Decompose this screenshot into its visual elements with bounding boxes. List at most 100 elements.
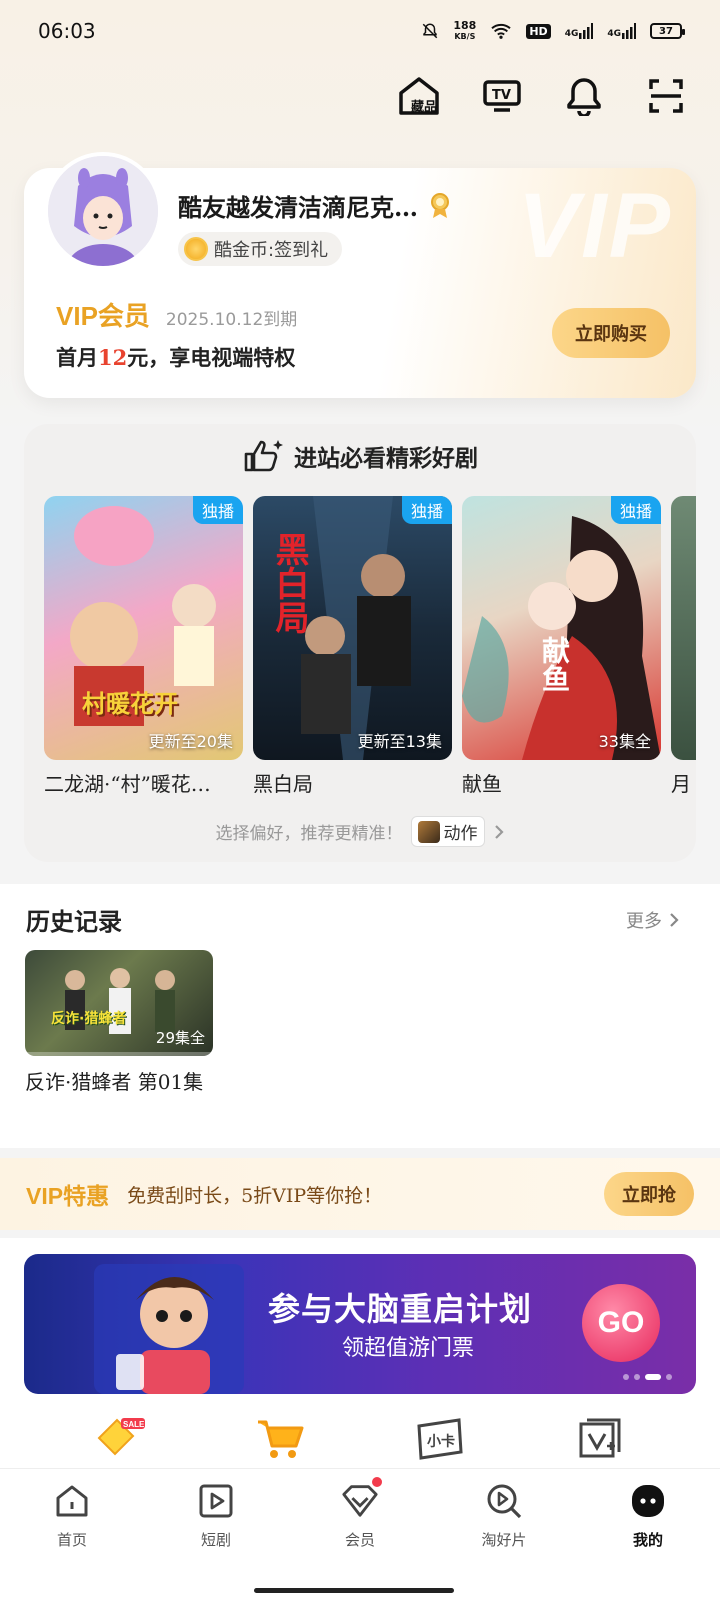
avatar[interactable] [44,152,162,270]
nav-home[interactable]: 首页 [0,1469,144,1600]
pagination-dot [666,1374,672,1380]
chevron-right-icon[interactable] [493,823,505,841]
preference-chip-image [417,820,440,843]
svg-text:TV: TV [492,88,511,103]
poster-title[interactable]: 月 [671,768,696,797]
sale-icon[interactable]: SALE [90,1413,150,1463]
play-icon [196,1481,236,1521]
recommend-title: 进站必看精彩好剧 [24,438,696,474]
history-item[interactable]: 反诈·猎蜂者 29集全 反诈·猎蜂者 第01集 [25,950,213,1096]
thumbs-up-icon [244,440,283,472]
username-row[interactable]: 酷友越发清洁滴尼克… [178,188,452,223]
poster-card-partial[interactable]: 月 [671,496,696,797]
my-icon [628,1481,668,1521]
banner-section: 参与大脑重启计划 领超值游门票 GO [0,1238,720,1408]
battery-icon: 37 [650,23,685,39]
medal-icon [431,192,449,218]
net-speed-value: 188 [453,19,477,32]
preference-row[interactable]: 选择偏好，推荐更精准！ 动作 [24,816,696,847]
poster-image[interactable] [671,496,696,760]
history-item-title[interactable]: 反诈·猎蜂者 第01集 [25,1068,213,1096]
coin-label: 酷金币:签到礼 [214,240,329,261]
banner-go-button[interactable]: GO [582,1284,660,1362]
home-indicator [254,1588,454,1593]
nav-my[interactable]: 我的 [576,1469,720,1600]
poster-title[interactable]: 黑白局 [253,768,452,797]
shopping-cart-icon[interactable] [250,1413,310,1463]
history-thumbnail[interactable]: 反诈·猎蜂者 29集全 [25,950,213,1056]
svg-text:SALE: SALE [123,1420,145,1429]
poster-list: 村暖花开 独播 更新至20集 二龙湖·“村”暖花… 黑白局 独播 更新至13集 … [44,496,696,797]
history-header: 历史记录 更多 [26,902,680,937]
tv-icon[interactable]: TV [476,72,528,120]
preference-chip-label: 动作 [443,824,478,844]
signal-bars-icon [579,23,594,39]
history-thumb-title: 反诈·猎蜂者 [51,1011,127,1027]
poster-art-title: 村暖花开 [82,690,178,718]
vip-label: VIP会员 [56,301,150,331]
bell-icon[interactable] [558,72,610,120]
poster-art [462,516,661,760]
poster-art [70,506,216,726]
svg-text:小卡: 小卡 [427,1433,455,1450]
poster-card[interactable]: 黑白局 独播 更新至13集 黑白局 [253,496,452,797]
nav-label: 会员 [344,1531,375,1549]
pagination-dot [623,1374,629,1380]
poster-card[interactable]: 献鱼 独播 33集全 献鱼 [462,496,661,797]
history-more-label: 更多 [626,910,662,932]
scan-icon[interactable] [640,72,692,120]
status-icons: 188 KB/S HD 4G 4G 37 [421,19,685,42]
poster-image[interactable]: 献鱼 独播 33集全 [462,496,661,760]
vip-video-icon[interactable] [570,1413,630,1463]
net-speed-unit: KB/S [454,32,476,41]
exclusive-badge: 独播 [401,496,452,524]
vip-row: VIP会员 2025.10.12到期 [56,296,297,333]
mute-bell-icon [423,23,438,39]
history-title: 历史记录 [26,907,122,936]
history-more-link[interactable]: 更多 [626,907,680,933]
episode-count: 29集全 [155,1029,205,1047]
collection-icon[interactable]: 藏品 [394,72,446,120]
banner-title: 参与大脑重启计划 [268,1290,533,1328]
vip-promo-bar[interactable]: VIP特惠 免费刮时长，5折VIP等你抢！ 立即抢 [0,1158,720,1230]
recommend-section: 进站必看精彩好剧 村暖花开 独播 更新至20集 二龙湖·“村”暖花… 黑白局 独… [24,424,696,862]
card-icon[interactable]: 小卡 [410,1413,470,1463]
status-bar: 06:03 188 KB/S HD 4G 4G 37 [0,0,720,62]
nav-label: 我的 [632,1531,663,1549]
wifi-icon [491,23,512,39]
banner-subtitle: 领超值游门票 [342,1336,475,1361]
coin-pill[interactable]: 酷金币:签到礼 [178,232,343,266]
episode-count: 更新至13集 [357,732,442,751]
recommend-title-text: 进站必看精彩好剧 [294,445,478,472]
top-actions: 藏品 TV [394,72,692,120]
poster-title[interactable]: 献鱼 [462,768,661,797]
vip-desc-price: 12 [98,345,128,370]
promo-banner[interactable]: 参与大脑重启计划 领超值游门票 GO [24,1254,696,1394]
vip-desc: 首月12元，享电视端特权 [56,342,295,372]
vip-promo-text: 免费刮时长，5折VIP等你抢！ [127,1184,383,1207]
poster-title[interactable]: 二龙湖·“村”暖花… [44,768,243,797]
poster-card[interactable]: 村暖花开 独播 更新至20集 二龙湖·“村”暖花… [44,496,243,797]
exclusive-badge: 独播 [192,496,243,524]
vip-diamond-icon [340,1475,384,1521]
vip-watermark: VIP [517,175,672,277]
nav-vip[interactable]: 会员 [288,1469,432,1600]
nav-discover[interactable]: 淘好片 [432,1469,576,1600]
vip-desc-suffix: 元，享电视端特权 [127,345,296,370]
bottom-nav: 首页 短剧 会员 淘好片 我的 [0,1468,720,1600]
poster-image[interactable]: 村暖花开 独播 更新至20集 [44,496,243,760]
buy-vip-button[interactable]: 立即购买 [552,308,670,358]
svg-text:藏品: 藏品 [411,99,437,115]
nav-short-drama[interactable]: 短剧 [144,1469,288,1600]
nav-label: 淘好片 [481,1531,527,1549]
grab-now-button[interactable]: 立即抢 [604,1172,694,1216]
exclusive-badge: 独播 [610,496,661,524]
signal-bars-icon [622,23,636,39]
notification-dot [370,1475,384,1489]
watch-progress [25,1052,213,1056]
username[interactable]: 酷友越发清洁滴尼克… [178,188,418,223]
preference-chip[interactable]: 动作 [410,816,485,847]
poster-image[interactable]: 黑白局 独播 更新至13集 [253,496,452,760]
banner-pagination [623,1374,672,1380]
chevron-right-icon [670,912,679,927]
